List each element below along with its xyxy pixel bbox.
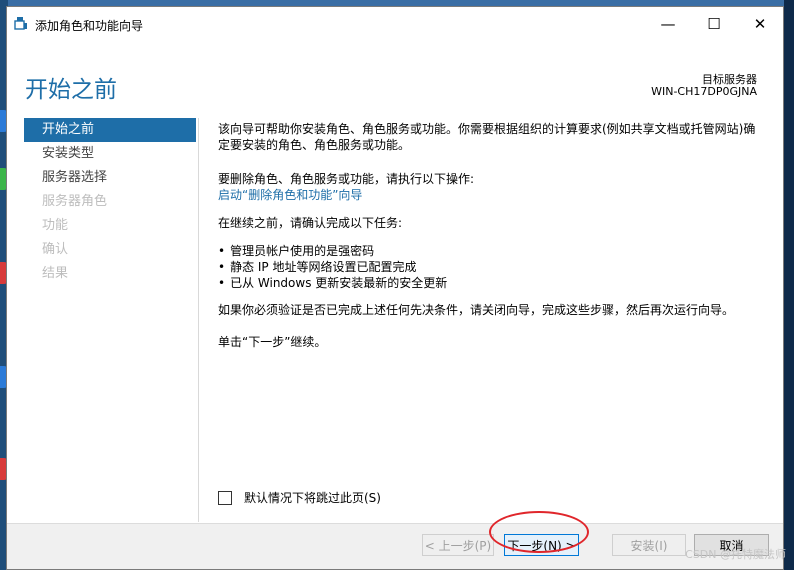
- nav-item-server-roles: 服务器角色: [42, 194, 108, 209]
- watermark-text: CSDN @托特魔法师: [685, 548, 786, 561]
- intro-text: 该向导可帮助你安装角色、角色服务或功能。你需要根据组织的计算要求(例如共享文档或…: [218, 122, 756, 152]
- list-item: 已从 Windows 更新安装最新的安全更新: [218, 275, 766, 291]
- wizard-content: 该向导可帮助你安装角色、角色服务或功能。你需要根据组织的计算要求(例如共享文档或…: [218, 121, 766, 350]
- nav-item-confirmation: 确认: [42, 242, 69, 257]
- desktop-right-strip: [784, 0, 794, 570]
- list-item: 管理员帐户使用的是强密码: [218, 243, 766, 259]
- prereq-note-text: 如果你必须验证是否已完成上述任何先决条件，请关闭向导，完成这些步骤，然后再次运行…: [218, 303, 735, 317]
- confirm-hint-text: 在继续之前，请确认完成以下任务:: [218, 216, 403, 230]
- task-list: 管理员帐户使用的是强密码 静态 IP 地址等网络设置已配置完成 已从 Windo…: [218, 243, 766, 291]
- previous-button[interactable]: < 上一步(P): [422, 534, 494, 556]
- annotation-circle: [489, 511, 589, 553]
- server-manager-icon: [14, 17, 27, 30]
- wizard-nav: 开始之前 安装类型 服务器选择 服务器角色 功能 确认 结果: [24, 118, 196, 286]
- minimize-button[interactable]: —: [645, 7, 691, 40]
- nav-item-before-you-begin[interactable]: 开始之前: [24, 118, 196, 142]
- maximize-button[interactable]: ☐: [691, 7, 737, 40]
- window-title: 添加角色和功能向导: [35, 19, 144, 33]
- nav-item-features: 功能: [42, 218, 69, 233]
- nav-item-installation-type[interactable]: 安装类型: [24, 142, 196, 166]
- wizard-header: 开始之前 目标服务器 WIN-CH17DP0GJNA: [7, 40, 783, 105]
- skip-page-option[interactable]: 默认情况下将跳过此页(S): [218, 489, 381, 506]
- nav-divider: [198, 118, 199, 522]
- next-instruction-text: 单击“下一步”继续。: [218, 335, 327, 349]
- close-button[interactable]: ✕: [737, 7, 783, 40]
- skip-page-label: 默认情况下将跳过此页(S): [244, 491, 381, 505]
- page-title: 开始之前: [25, 77, 117, 103]
- wizard-window: 添加角色和功能向导 — ☐ ✕ 开始之前 目标服务器 WIN-CH17DP0GJ…: [6, 6, 784, 570]
- skip-page-checkbox[interactable]: [218, 490, 232, 505]
- install-button[interactable]: 安装(I): [612, 534, 686, 556]
- nav-item-results: 结果: [42, 266, 69, 281]
- remove-roles-link[interactable]: 启动“删除角色和功能”向导: [218, 187, 766, 203]
- target-server-name: WIN-CH17DP0GJNA: [651, 85, 757, 98]
- list-item: 静态 IP 地址等网络设置已配置完成: [218, 259, 766, 275]
- title-bar[interactable]: 添加角色和功能向导 — ☐ ✕: [7, 7, 783, 40]
- wizard-footer: < 上一步(P) 下一步(N) > 安装(I) 取消: [7, 523, 783, 569]
- nav-item-server-selection[interactable]: 服务器选择: [24, 166, 196, 190]
- remove-hint-text: 要删除角色、角色服务或功能，请执行以下操作:: [218, 172, 475, 186]
